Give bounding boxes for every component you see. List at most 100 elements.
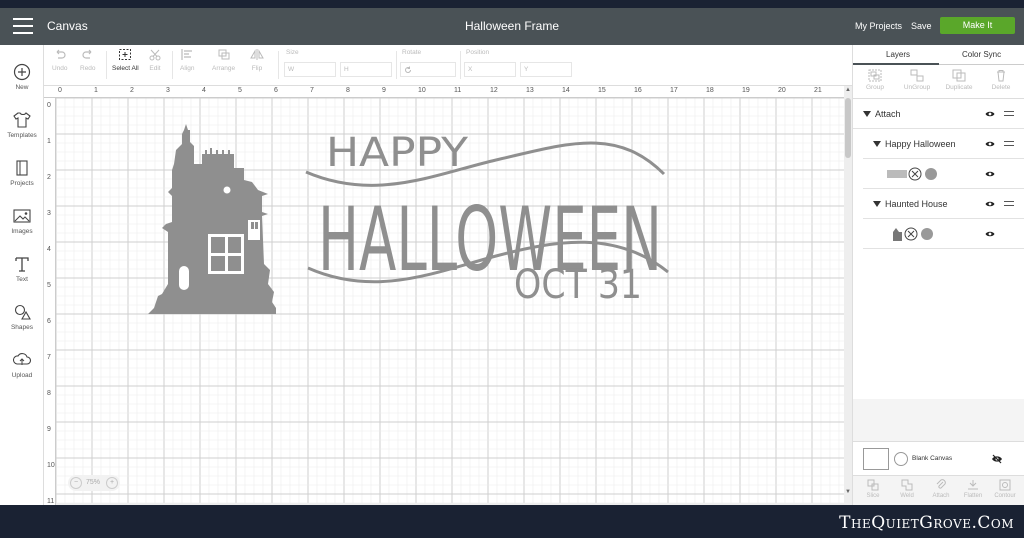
group-label: Group (865, 84, 885, 91)
ruler-tick-label: 18 (706, 87, 714, 94)
layer-row-attach[interactable]: Attach (853, 99, 1024, 129)
layer-row-house-image[interactable] (863, 219, 1024, 249)
canvas-color-swatch[interactable] (863, 448, 889, 470)
eye-off-icon[interactable] (991, 454, 1003, 464)
flip-button[interactable]: Flip (250, 48, 264, 72)
divider (460, 51, 461, 79)
drag-handle-icon[interactable] (1004, 201, 1014, 206)
image-icon (13, 209, 31, 223)
site-brand: TheQuietGrove.Com (839, 513, 1014, 533)
slice-button[interactable]: Slice (857, 479, 889, 499)
ruler-tick-label: 7 (310, 87, 314, 94)
trash-icon (997, 70, 1005, 82)
drag-handle-icon[interactable] (1004, 111, 1014, 116)
layer-name: Haunted House (885, 199, 948, 209)
x-position-field[interactable]: X (464, 62, 516, 77)
ruler-tick-label: 3 (47, 210, 51, 217)
arrange-icon (218, 49, 230, 60)
shirt-icon (13, 112, 31, 128)
ruler-tick-label: 0 (47, 102, 51, 109)
ruler-tick-label: 3 (166, 87, 170, 94)
align-icon (181, 49, 193, 60)
zoom-out-button[interactable]: − (70, 477, 82, 489)
eye-icon[interactable] (985, 170, 995, 178)
contour-label: Contour (994, 493, 1016, 499)
divider (106, 51, 107, 79)
delete-button[interactable]: Delete (981, 69, 1021, 91)
my-projects-link[interactable]: My Projects (855, 21, 902, 31)
watermark-footer: TheQuietGrove.Com (0, 505, 1024, 538)
layer-row-happy-halloween[interactable]: Happy Halloween (863, 129, 1024, 159)
design-canvas[interactable]: HAPPY HALLOWEEN OCT 31 − 75% + (56, 98, 844, 503)
vertical-scrollbar[interactable]: ▲ ▼ (844, 86, 852, 505)
layer-thumbnail (893, 227, 933, 241)
make-it-button[interactable]: Make It (940, 17, 1015, 34)
layer-tools: Group UnGroup Duplicate Delete (853, 65, 1024, 99)
weld-label: Weld (900, 493, 914, 499)
nav-shapes[interactable]: Shapes (0, 303, 44, 331)
ungroup-button[interactable]: UnGroup (897, 69, 937, 91)
layer-row-haunted-house[interactable]: Haunted House (863, 189, 1024, 219)
nav-text[interactable]: Text (0, 255, 44, 283)
happy-halloween-design[interactable]: HAPPY HALLOWEEN OCT 31 (296, 122, 676, 312)
redo-button[interactable]: Redo (80, 48, 96, 72)
collapse-arrow-icon[interactable] (863, 111, 871, 117)
ruler-tick-label: 8 (47, 390, 51, 397)
horizontal-ruler: 012345678910111213141516171819202122 (44, 86, 858, 98)
nav-upload[interactable]: Upload (0, 351, 44, 379)
select-all-button[interactable]: Select All (112, 48, 139, 72)
panel-tabs: Layers Color Sync (853, 45, 1024, 65)
vertical-scroll-thumb[interactable] (845, 98, 851, 158)
ruler-tick-label: 5 (238, 87, 242, 94)
group-icon (868, 69, 882, 82)
canvas-toggle[interactable] (894, 452, 908, 466)
drag-handle-icon[interactable] (1004, 141, 1014, 146)
nav-new[interactable]: New (0, 63, 44, 91)
nav-projects[interactable]: Projects (0, 159, 44, 187)
collapse-arrow-icon[interactable] (873, 201, 881, 207)
rotate-field[interactable] (400, 62, 456, 77)
tab-color-sync[interactable]: Color Sync (962, 50, 1001, 59)
height-field[interactable]: H (340, 62, 392, 77)
zoom-in-button[interactable]: + (106, 477, 118, 489)
scroll-down-arrow[interactable]: ▼ (845, 489, 851, 495)
nav-label: Text (16, 276, 28, 283)
eye-icon[interactable] (985, 110, 995, 118)
eye-icon[interactable] (985, 230, 995, 238)
arrange-button[interactable]: Arrange (212, 48, 235, 72)
width-field[interactable]: W (284, 62, 336, 77)
duplicate-button[interactable]: Duplicate (939, 69, 979, 91)
haunted-house-image[interactable] (148, 124, 280, 316)
edit-button[interactable]: Edit (148, 48, 162, 72)
layer-row-halloween-image[interactable] (863, 159, 1024, 189)
ruler-tick-label: 11 (47, 498, 55, 505)
ruler-tick-label: 4 (47, 246, 51, 253)
flatten-button[interactable]: Flatten (957, 479, 989, 499)
y-position-field[interactable]: Y (520, 62, 572, 77)
nav-images[interactable]: Images (0, 207, 44, 235)
save-button[interactable]: Save (911, 21, 932, 31)
group-button[interactable]: Group (855, 69, 895, 91)
contour-button[interactable]: Contour (989, 479, 1021, 499)
divider (278, 51, 279, 79)
nav-templates[interactable]: Templates (0, 111, 44, 139)
ruler-tick-label: 2 (130, 87, 134, 94)
undo-button[interactable]: Undo (52, 48, 68, 72)
attach-button[interactable]: Attach (925, 479, 957, 499)
scissors-icon (149, 49, 161, 61)
y-field-label: Y (524, 66, 529, 73)
align-button[interactable]: Align (180, 48, 194, 72)
weld-button[interactable]: Weld (891, 479, 923, 499)
ruler-tick-label: 9 (382, 87, 386, 94)
eye-icon[interactable] (985, 140, 995, 148)
eye-icon[interactable] (985, 200, 995, 208)
tab-layers[interactable]: Layers (886, 50, 910, 59)
menu-icon[interactable] (13, 18, 33, 34)
ruler-tick-label: 4 (202, 87, 206, 94)
collapse-arrow-icon[interactable] (873, 141, 881, 147)
nav-label: Images (11, 228, 33, 235)
scroll-up-arrow[interactable]: ▲ (845, 87, 851, 93)
nav-label: Upload (11, 372, 33, 379)
layer-name: Happy Halloween (885, 139, 956, 149)
divider (172, 51, 173, 79)
